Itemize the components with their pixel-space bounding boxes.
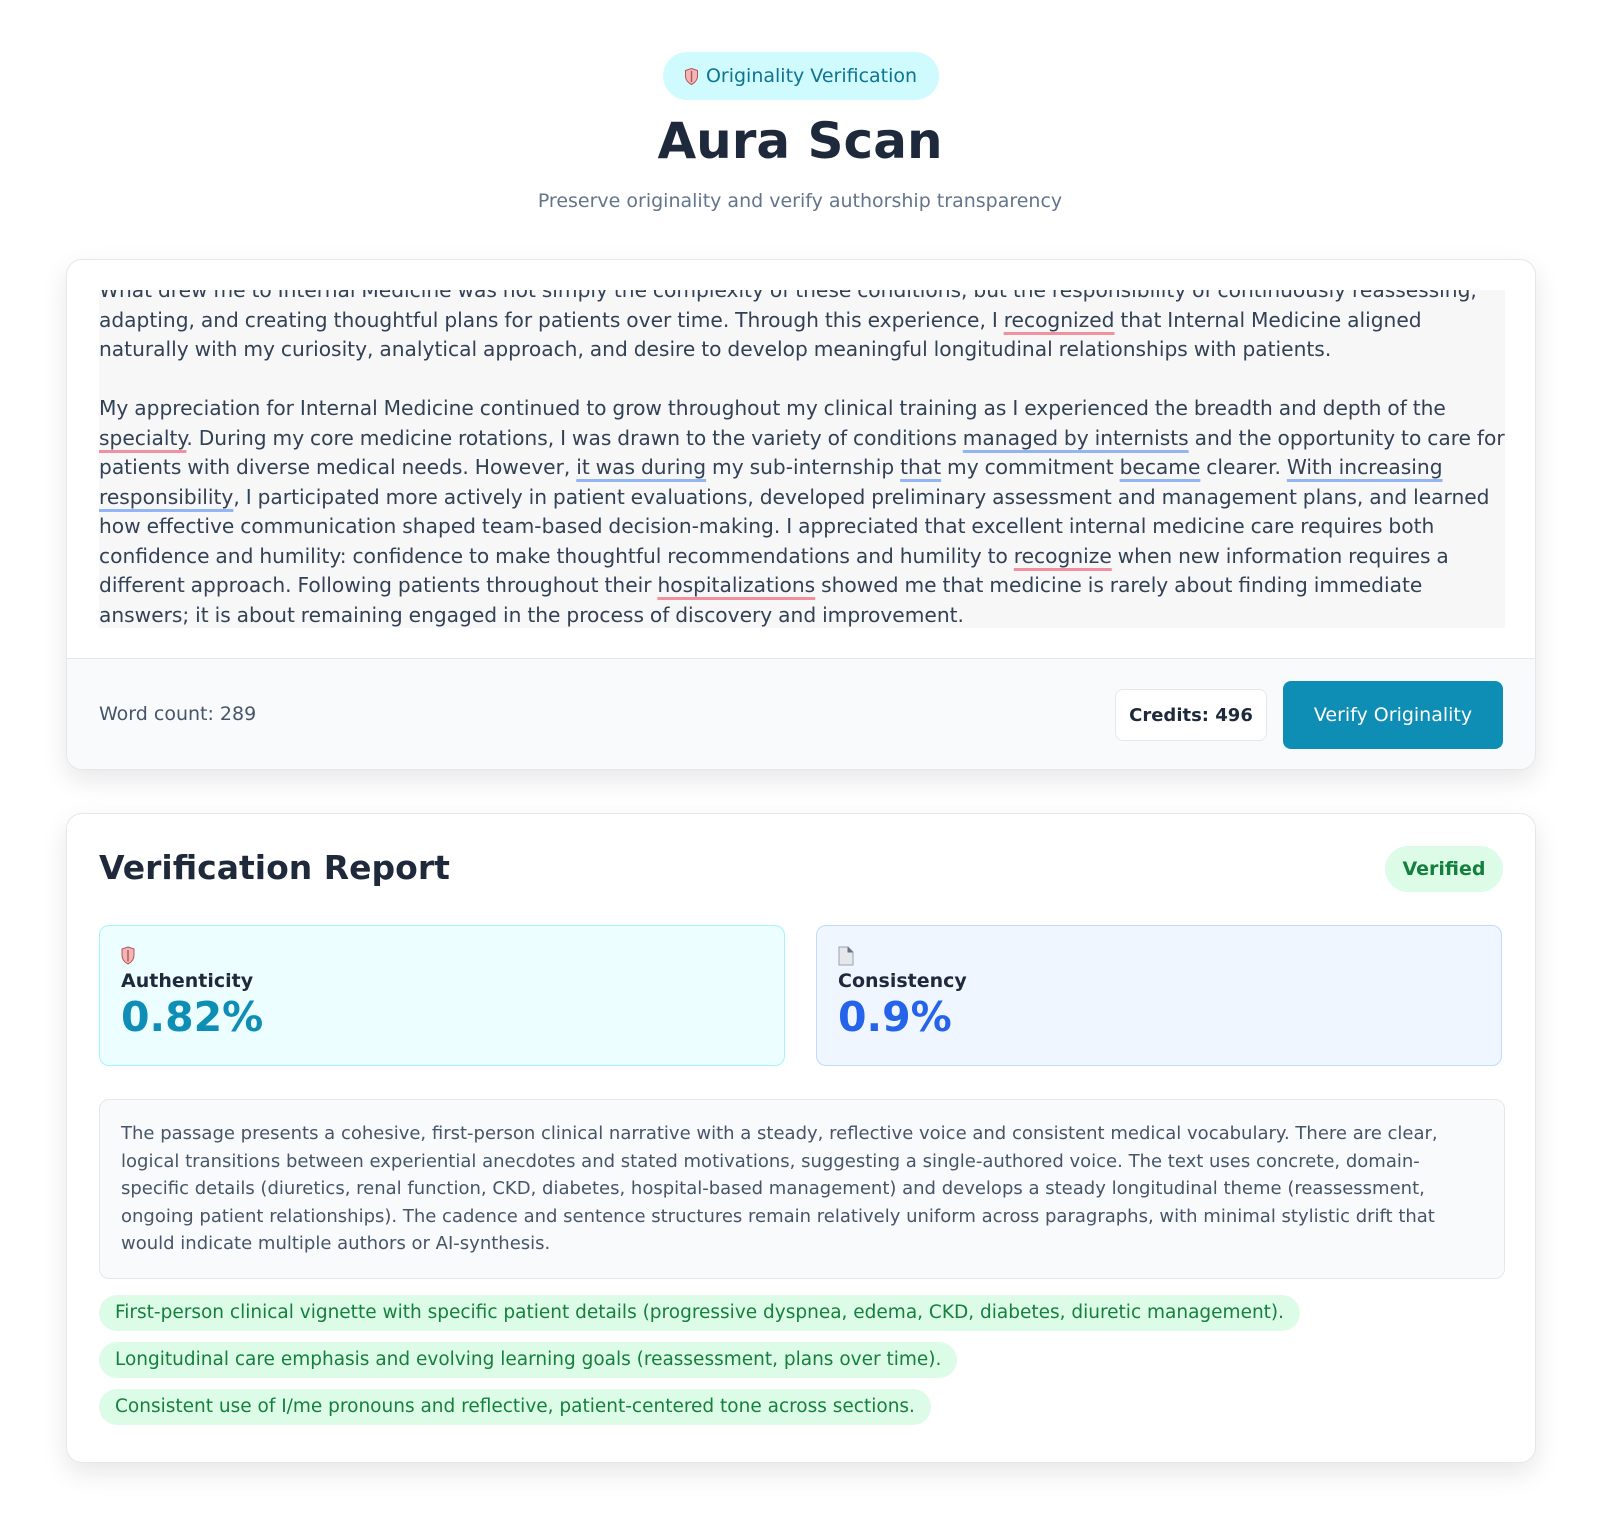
consistency-label: Consistency bbox=[838, 970, 967, 992]
flagged-word[interactable]: recognize bbox=[1014, 544, 1112, 568]
page-title: Aura Scan bbox=[657, 112, 943, 170]
shield-icon bbox=[684, 67, 698, 85]
essay-paragraph: What drew me to Internal Medicine was no… bbox=[99, 290, 1505, 365]
editor-card: What drew me to Internal Medicine was no… bbox=[66, 259, 1536, 770]
word-count: Word count: 289 bbox=[99, 703, 257, 725]
consistency-value: 0.9% bbox=[838, 993, 952, 1041]
analysis-summary: The passage presents a cohesive, first-p… bbox=[99, 1099, 1505, 1279]
originality-verification-badge: Originality Verification bbox=[663, 52, 939, 100]
document-icon bbox=[838, 946, 854, 966]
signal-chip: First-person clinical vignette with spec… bbox=[99, 1295, 1301, 1331]
status-badge: Verified bbox=[1385, 846, 1503, 892]
style-suggestion[interactable]: became bbox=[1120, 455, 1201, 479]
authenticity-metric-card: Authenticity 0.82% bbox=[99, 925, 785, 1066]
page-subtitle: Preserve originality and verify authorsh… bbox=[537, 190, 1063, 212]
style-suggestion[interactable]: that bbox=[900, 455, 941, 479]
text-segment: clearer. bbox=[1200, 455, 1287, 479]
consistency-metric-card: Consistency 0.9% bbox=[816, 925, 1502, 1066]
essay-text[interactable]: What drew me to Internal Medicine was no… bbox=[99, 290, 1505, 628]
signal-chip: Consistent use of I/me pronouns and refl… bbox=[99, 1389, 931, 1425]
text-segment: . During my core medicine rotations, I w… bbox=[186, 425, 963, 450]
report-title: Verification Report bbox=[99, 848, 450, 887]
badge-label: Originality Verification bbox=[705, 65, 918, 87]
essay-text-area[interactable]: What drew me to Internal Medicine was no… bbox=[99, 290, 1505, 628]
text-segment: my commitment bbox=[941, 455, 1120, 479]
flagged-word[interactable]: recognized bbox=[1004, 308, 1115, 332]
editor-footer: Word count: 289 Credits: 496 Verify Orig… bbox=[67, 658, 1535, 769]
style-suggestion[interactable]: managed by internists bbox=[963, 426, 1189, 450]
text-segment: my sub-internship bbox=[706, 455, 901, 479]
shield-icon bbox=[121, 946, 135, 965]
flagged-word[interactable]: hospitalizations bbox=[657, 573, 815, 597]
style-suggestion[interactable]: it was during bbox=[576, 455, 706, 479]
credits-badge: Credits: 496 bbox=[1115, 689, 1267, 741]
authenticity-value: 0.82% bbox=[121, 993, 264, 1041]
signal-list: First-person clinical vignette with spec… bbox=[99, 1295, 1301, 1436]
verify-originality-button[interactable]: Verify Originality bbox=[1283, 681, 1503, 749]
flagged-word[interactable]: specialty bbox=[99, 426, 186, 450]
authenticity-label: Authenticity bbox=[121, 970, 254, 992]
essay-paragraph: My appreciation for Internal Medicine co… bbox=[99, 394, 1505, 628]
signal-chip: Longitudinal care emphasis and evolving … bbox=[99, 1342, 958, 1378]
verification-report-card: Verification Report Verified Authenticit… bbox=[66, 813, 1536, 1463]
text-segment: My appreciation for Internal Medicine co… bbox=[99, 396, 1446, 420]
